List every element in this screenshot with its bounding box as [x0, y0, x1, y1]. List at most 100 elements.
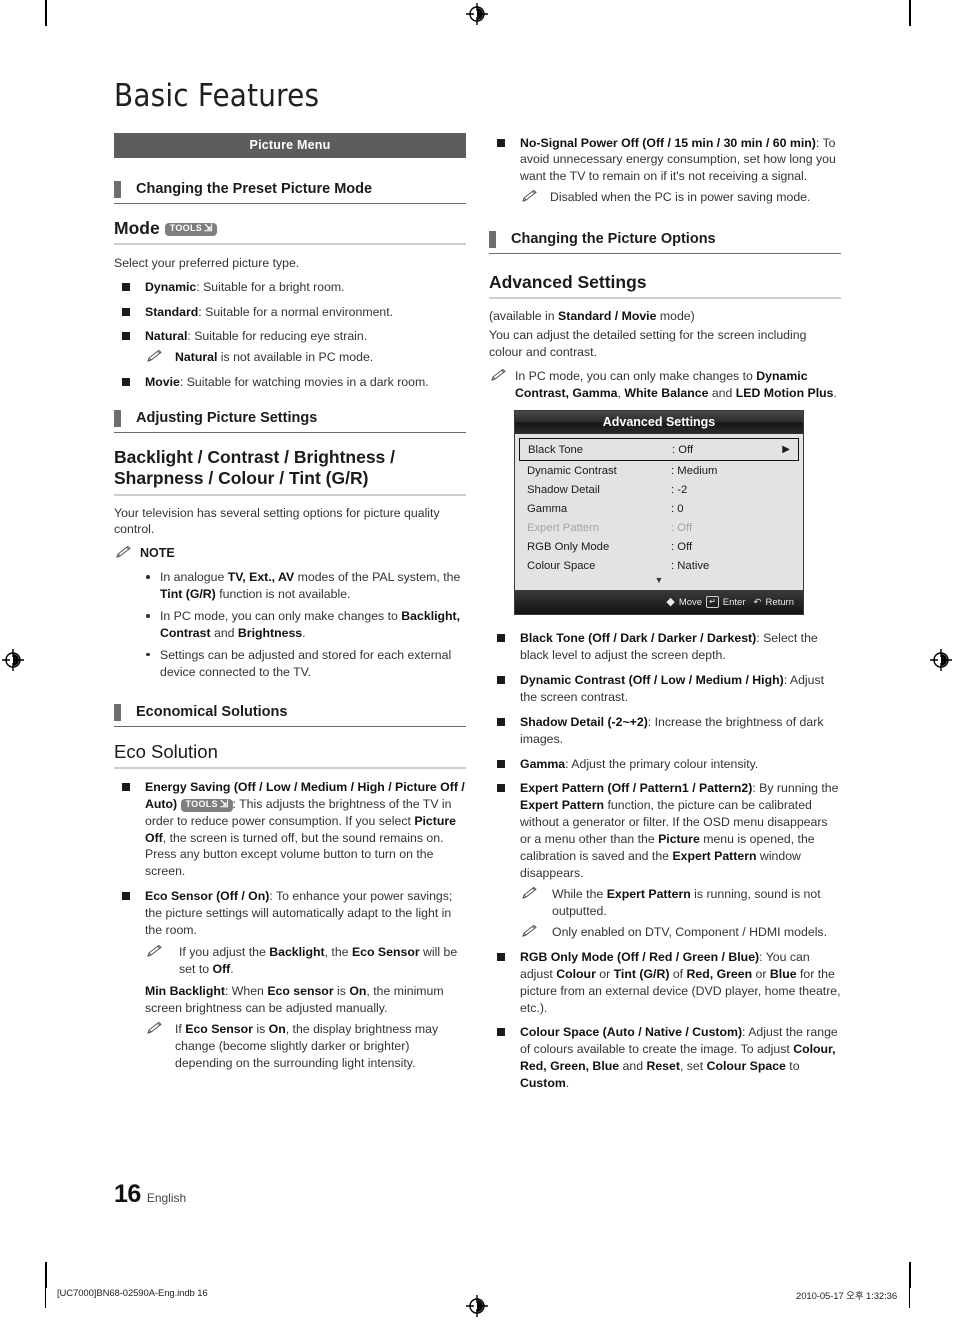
list-item: Gamma: Adjust the primary colour intensi…	[489, 756, 841, 773]
note-expert-pattern-sound: While the Expert Pattern is running, sou…	[520, 886, 841, 920]
list-item-term: Dynamic	[145, 279, 197, 294]
note-natural-pc-mode: Natural is not available in PC mode.	[145, 349, 466, 366]
page-language: English	[146, 1191, 187, 1205]
advanced-settings-osd[interactable]: Advanced Settings Black Tone : Off ▶ Dyn…	[515, 411, 803, 615]
section-heading-changing-preset-picture-mode: Changing the Preset Picture Mode	[114, 180, 466, 204]
osd-row-label: Expert Pattern	[527, 521, 600, 534]
pencil-icon	[147, 944, 162, 957]
section-heading-economical-solutions: Economical Solutions	[114, 703, 466, 727]
osd-row-label: Dynamic Contrast	[527, 464, 617, 477]
list-item-term: Colour Space (Auto / Native / Custom)	[520, 1025, 743, 1040]
pencil-icon	[147, 350, 162, 363]
osd-row-expert-pattern: Expert Pattern : Off	[519, 518, 799, 537]
list-item-term: Movie	[145, 375, 180, 390]
osd-row-label: Gamma	[527, 502, 568, 515]
osd-row-value: : Off	[671, 540, 693, 553]
print-source-file: [UC7000]BN68-02590A-Eng.indb 16	[57, 1288, 208, 1299]
list-item-desc: : Suitable for reducing eye strain.	[187, 329, 368, 344]
page-number: 16	[114, 1180, 141, 1208]
tools-badge: TOOLS ⇲	[180, 798, 233, 812]
note-pc-mode-changes: In PC mode, you can only make changes to…	[489, 368, 841, 402]
list-item-term: No-Signal Power Off (Off / 15 min / 30 m…	[520, 135, 816, 150]
osd-row-value: : -2	[671, 483, 688, 496]
list-item-term: Shadow Detail (-2~+2)	[520, 714, 648, 729]
osd-row-colour-space[interactable]: Colour Space : Native	[519, 556, 799, 575]
osd-row-label: Black Tone	[528, 443, 584, 456]
manual-page: Basic Features Picture Menu Changing the…	[0, 0, 954, 1321]
note-and: and	[708, 385, 736, 400]
crop-mark-top-left	[45, 0, 47, 26]
osd-row-gamma[interactable]: Gamma : 0	[519, 499, 799, 518]
osd-footer-hints: ◆ Move ↵ Enter ↶ Return	[515, 590, 803, 615]
picture-menu-banner: Picture Menu	[114, 132, 466, 158]
availability-post: mode)	[656, 309, 695, 324]
note-text: is not available in PC mode.	[217, 350, 374, 365]
pencil-icon	[491, 368, 506, 381]
list-item-term: Natural	[145, 329, 188, 344]
list-item: In PC mode, you can only make changes to…	[144, 608, 466, 642]
note-term-2: White Balance	[624, 385, 709, 400]
no-signal-list: No-Signal Power Off (Off / 15 min / 30 m…	[489, 135, 841, 206]
section-heading-label: Changing the Preset Picture Mode	[136, 180, 373, 197]
list-item: Eco Sensor (Off / On): To enhance your p…	[114, 888, 466, 1071]
osd-row-label: Shadow Detail	[527, 483, 600, 496]
page-title: Basic Features	[114, 78, 320, 114]
list-item: Shadow Detail (-2~+2): Increase the brig…	[489, 714, 841, 748]
osd-hint-return: Return	[765, 596, 794, 608]
list-item: In analogue TV, Ext., AV modes of the PA…	[144, 569, 466, 603]
tools-badge-label: TOOLS	[169, 222, 203, 233]
print-bar-rule-right	[909, 1284, 911, 1308]
eco-solution-list: Energy Saving (Off / Low / Medium / High…	[114, 779, 466, 1072]
move-icon: ◆	[666, 596, 675, 609]
tools-badge: TOOLS ⇲	[164, 222, 217, 236]
picture-settings-intro: Your television has several setting opti…	[114, 505, 440, 537]
osd-row-label: Colour Space	[527, 559, 596, 572]
pencil-icon	[522, 925, 537, 937]
list-item: Colour Space (Auto / Native / Custom): A…	[489, 1024, 841, 1091]
list-item-term: Expert Pattern (Off / Pattern1 / Pattern…	[520, 781, 753, 796]
section-heading-changing-picture-options: Changing the Picture Options	[489, 230, 841, 254]
osd-hint-move: Move	[678, 596, 703, 608]
list-item: Standard: Suitable for a normal environm…	[114, 304, 466, 321]
heading-backlight-contrast: Backlight / Contrast / Brightness / Shar…	[114, 447, 466, 496]
note-text: Only enabled on DTV, Component / HDMI mo…	[552, 925, 827, 940]
section-bar-icon	[114, 409, 121, 427]
list-item-term: Dynamic Contrast (Off / Low / Medium / H…	[520, 673, 784, 688]
osd-row-value: : Native	[671, 559, 710, 572]
advanced-intro: You can adjust the detailed setting for …	[489, 328, 807, 359]
heading-advanced-settings: Advanced Settings	[489, 272, 841, 300]
list-item: Movie: Suitable for watching movies in a…	[114, 374, 466, 391]
return-icon: ↶	[753, 596, 762, 608]
scroll-down-icon[interactable]: ▼	[515, 575, 803, 590]
osd-row-shadow-detail[interactable]: Shadow Detail : -2	[519, 480, 799, 499]
osd-row-black-tone[interactable]: Black Tone : Off ▶	[519, 438, 799, 462]
tools-badge-label: TOOLS	[185, 798, 218, 809]
pencil-icon	[522, 190, 537, 202]
note-end: .	[833, 385, 837, 400]
mode-list: Dynamic: Suitable for a bright room. Sta…	[114, 279, 466, 391]
osd-row-dynamic-contrast[interactable]: Dynamic Contrast : Medium	[519, 461, 799, 480]
osd-row-rgb-only-mode[interactable]: RGB Only Mode : Off	[519, 537, 799, 556]
list-item-term: Gamma	[520, 756, 566, 771]
note-text-pre: In PC mode, you can only make changes to	[515, 368, 757, 383]
list-item: Settings can be adjusted and stored for …	[144, 647, 466, 681]
section-heading-adjusting-picture-settings: Adjusting Picture Settings	[114, 409, 466, 433]
min-backlight-term: Min Backlight	[145, 984, 225, 999]
print-timestamp: 2010-05-17 오후 1:32:36	[796, 1291, 897, 1302]
note-label: NOTE	[140, 546, 175, 561]
heading-eco-solution: Eco Solution	[114, 741, 466, 770]
list-item-term: Eco Sensor (Off / On)	[145, 889, 270, 904]
crop-mark-top-right	[909, 0, 911, 26]
list-item-desc: : Suitable for watching movies in a dark…	[179, 375, 429, 390]
note-expert-pattern-models: Only enabled on DTV, Component / HDMI mo…	[520, 924, 841, 941]
list-item: Natural: Suitable for reducing eye strai…	[114, 328, 466, 366]
note-no-signal-pc: Disabled when the PC is in power saving …	[520, 189, 841, 206]
right-column: No-Signal Power Off (Off / 15 min / 30 m…	[489, 133, 841, 1100]
section-bar-icon	[114, 703, 121, 721]
section-bar-icon	[489, 230, 496, 248]
section-bar-icon	[114, 180, 121, 198]
note-eco-sensor-backlight: If you adjust the Backlight, the Eco Sen…	[145, 944, 466, 978]
list-item: RGB Only Mode (Off / Red / Green / Blue)…	[489, 949, 841, 1016]
list-item: Dynamic: Suitable for a bright room.	[114, 279, 466, 296]
chevron-right-icon: ▶	[782, 444, 790, 456]
